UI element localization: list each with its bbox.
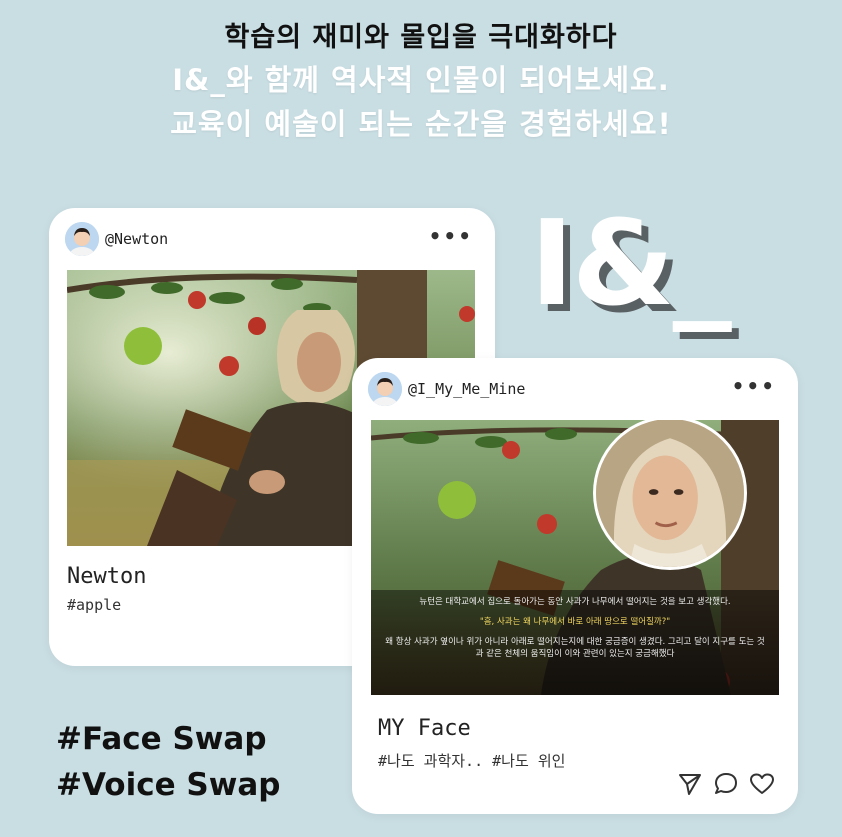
story-overlay: 뉴턴은 대학교에서 집으로 돌아가는 동안 사과가 나무에서 떨어지는 것을 보… xyxy=(371,590,779,695)
post-header: @I_My_Me_Mine ••• xyxy=(368,372,782,406)
face-swap-tag: #Face Swap xyxy=(56,721,267,757)
more-dots-icon[interactable]: ••• xyxy=(732,374,776,398)
post-tags[interactable]: #나도 과학자.. #나도 위인 xyxy=(378,750,565,771)
headline-line-1: 학습의 재미와 몰입을 극대화하다 xyxy=(224,22,618,53)
comment-icon[interactable] xyxy=(712,770,740,798)
heart-icon[interactable] xyxy=(748,770,776,798)
post-card-my-face: @I_My_Me_Mine ••• 뉴턴은 대학교에서 집으로 돌아가는 동안 … xyxy=(352,358,798,814)
post-title: MY Face xyxy=(378,716,471,741)
post-image-my-face: 뉴턴은 대학교에서 집으로 돌아가는 동안 사과가 나무에서 떨어지는 것을 보… xyxy=(371,420,779,695)
post-handle[interactable]: @I_My_Me_Mine xyxy=(408,380,525,398)
post-tags[interactable]: #apple xyxy=(67,596,121,614)
brand-logo: I&_ xyxy=(530,194,732,332)
avatar[interactable] xyxy=(65,222,99,256)
avatar[interactable] xyxy=(368,372,402,406)
voice-swap-tag: #Voice Swap xyxy=(56,767,281,803)
headline-line-3: 교육이 예술이 되는 순간을 경험하세요! xyxy=(170,107,672,141)
send-icon[interactable] xyxy=(676,770,704,798)
headline-line-2: I&_와 함께 역사적 인물이 되어보세요. xyxy=(172,63,670,97)
post-header: @Newton ••• xyxy=(65,222,479,256)
story-quote: "흠, 사과는 왜 나무에서 바로 아래 땅으로 떨어질까?" xyxy=(479,617,671,627)
feature-hashtags: #Face Swap #Voice Swap xyxy=(56,716,280,808)
post-handle[interactable]: @Newton xyxy=(105,230,168,248)
story-paragraph-2: 왜 항상 사과가 옆이나 위가 아니라 아래로 떨어지는지에 대한 궁금증이 생… xyxy=(385,637,765,659)
story-paragraph-1: 뉴턴은 대학교에서 집으로 돌아가는 동안 사과가 나무에서 떨어지는 것을 보… xyxy=(419,597,731,607)
more-dots-icon[interactable]: ••• xyxy=(429,224,473,248)
swapped-face-inset xyxy=(593,420,747,570)
headline: 학습의 재미와 몰입을 극대화하다 I&_와 함께 역사적 인물이 되어보세요.… xyxy=(0,18,842,146)
post-title: Newton xyxy=(67,564,147,589)
post-actions xyxy=(676,770,776,798)
